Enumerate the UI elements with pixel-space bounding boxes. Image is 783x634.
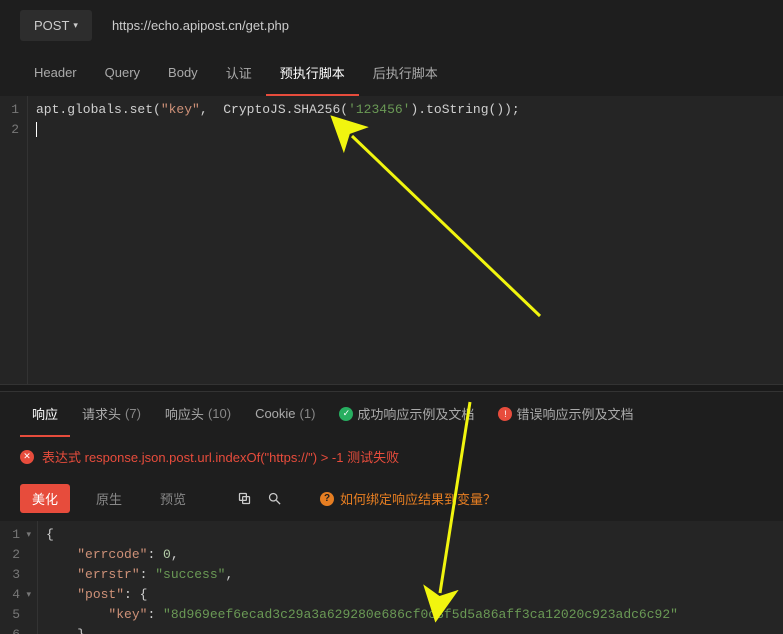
tab-query[interactable]: Query: [91, 53, 154, 94]
help-bind-variable-link[interactable]: ? 如何绑定响应结果到变量？: [320, 489, 496, 508]
tab-post-script[interactable]: 后执行脚本: [359, 51, 452, 96]
tab-auth[interactable]: 认证: [212, 51, 266, 96]
tab-cookie[interactable]: Cookie (1): [243, 394, 327, 435]
assertion-text: 表达式 response.json.post.url.indexOf("http…: [42, 447, 399, 466]
http-method-label: POST: [34, 18, 69, 33]
question-icon: ?: [320, 492, 334, 506]
response-toolbar: 美化 原生 预览 ? 如何绑定响应结果到变量？: [0, 476, 783, 521]
tab-error-example[interactable]: ! 错误响应示例及文档: [486, 392, 645, 437]
response-json-viewer[interactable]: 1▾ 2 3 4▾ 5 6 { "errcode": 0, "errstr": …: [0, 521, 783, 634]
preview-button[interactable]: 预览: [148, 484, 198, 513]
request-url-input[interactable]: [112, 10, 763, 41]
editor-content[interactable]: apt.globals.set("key", CryptoJS.SHA256('…: [28, 96, 783, 384]
tab-success-example[interactable]: ✓ 成功响应示例及文档: [327, 392, 486, 437]
tab-pre-script[interactable]: 预执行脚本: [266, 51, 359, 96]
error-icon: !: [498, 407, 512, 421]
tab-request-headers[interactable]: 请求头 (7): [70, 392, 153, 437]
copy-icon[interactable]: [236, 491, 252, 507]
raw-button[interactable]: 原生: [84, 484, 134, 513]
pre-script-editor[interactable]: 1 2 apt.globals.set("key", CryptoJS.SHA2…: [0, 96, 783, 384]
fold-icon[interactable]: ▾: [23, 525, 31, 545]
json-content[interactable]: { "errcode": 0, "errstr": "success", "po…: [38, 521, 783, 634]
tab-body[interactable]: Body: [154, 53, 212, 94]
chevron-down-icon: ▾: [73, 20, 78, 31]
beautify-button[interactable]: 美化: [20, 484, 70, 513]
check-icon: ✓: [339, 407, 353, 421]
fold-icon[interactable]: ▾: [23, 585, 31, 605]
panel-resizer[interactable]: [0, 384, 783, 392]
search-icon[interactable]: [266, 491, 282, 507]
tab-header[interactable]: Header: [20, 53, 91, 94]
editor-gutter: 1 2: [0, 96, 28, 384]
request-tabs: Header Query Body 认证 预执行脚本 后执行脚本: [0, 51, 783, 96]
tab-response-headers[interactable]: 响应头 (10): [153, 392, 243, 437]
tab-response[interactable]: 响应: [20, 392, 70, 437]
response-tabs: 响应 请求头 (7) 响应头 (10) Cookie (1) ✓ 成功响应示例及…: [0, 392, 783, 437]
fail-icon: ✕: [20, 450, 34, 464]
json-gutter: 1▾ 2 3 4▾ 5 6: [0, 521, 38, 634]
http-method-selector[interactable]: POST ▾: [20, 10, 92, 41]
assertion-result: ✕ 表达式 response.json.post.url.indexOf("ht…: [0, 437, 783, 476]
editor-cursor: [36, 122, 37, 137]
